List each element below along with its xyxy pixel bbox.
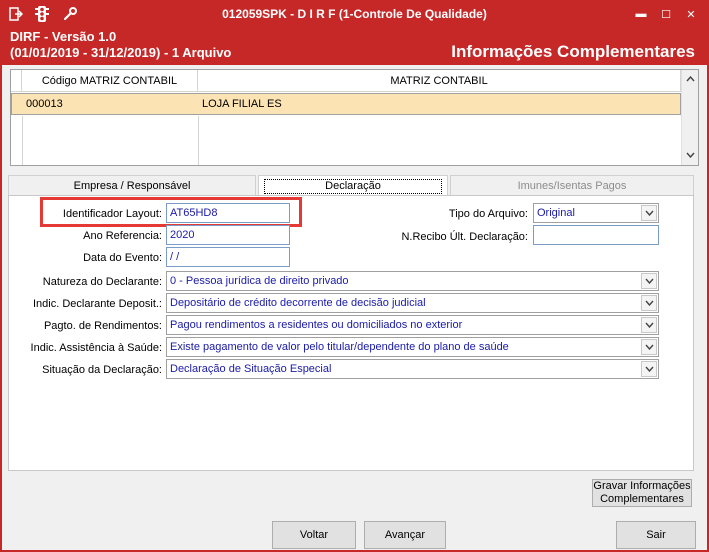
- indic-deposit-select[interactable]: Depositário de crédito decorrente de dec…: [166, 293, 659, 313]
- grid-scrollbar[interactable]: [681, 70, 698, 165]
- grid-cell-codigo: 000013: [26, 98, 63, 110]
- pagto-label: Pagto. de Rendimentos:: [43, 320, 162, 332]
- table-row[interactable]: 000013 LOJA FILIAL ES: [11, 93, 681, 115]
- pagto-value: Pagou rendimentos a residentes ou domici…: [170, 319, 463, 331]
- tab-imunes: Imunes/Isentas Pagos: [450, 175, 694, 196]
- chevron-down-icon[interactable]: [641, 361, 657, 377]
- sair-button[interactable]: Sair: [616, 521, 696, 549]
- close-button[interactable]: ✕: [679, 5, 703, 23]
- exit-icon[interactable]: [6, 5, 26, 23]
- title-bar: 012059SPK - D I R F (1-Controle De Quali…: [2, 2, 707, 27]
- header-banner: DIRF - Versão 1.0 (01/01/2019 - 31/12/20…: [2, 27, 707, 65]
- tab-declaracao[interactable]: Declaração: [258, 175, 448, 196]
- tipo-arquivo-value: Original: [537, 207, 575, 219]
- data-evento-field[interactable]: / /: [166, 247, 290, 267]
- window-title: 012059SPK - D I R F (1-Controle De Quali…: [222, 7, 487, 21]
- minimize-button[interactable]: ▬: [629, 5, 653, 23]
- gravar-button-line2: Complementares: [600, 493, 684, 505]
- grid-header-codigo[interactable]: Código MATRIZ CONTABIL: [22, 70, 198, 92]
- ano-field[interactable]: 2020: [166, 225, 290, 245]
- grid-header-matriz[interactable]: MATRIZ CONTABIL: [198, 70, 681, 92]
- situacao-value: Declaração de Situação Especial: [170, 363, 332, 375]
- chevron-down-icon[interactable]: [641, 205, 657, 221]
- natureza-label: Natureza do Declarante:: [42, 276, 162, 288]
- grid-divider: [22, 116, 23, 165]
- maximize-button[interactable]: ☐: [654, 5, 678, 23]
- tab-label: Declaração: [264, 179, 442, 194]
- indic-deposit-value: Depositário de crédito decorrente de dec…: [170, 297, 426, 309]
- chevron-down-icon[interactable]: [641, 339, 657, 355]
- pagto-select[interactable]: Pagou rendimentos a residentes ou domici…: [166, 315, 659, 335]
- highlight-box: [40, 197, 302, 227]
- assistencia-value: Existe pagamento de valor pelo titular/d…: [170, 341, 509, 353]
- header-section-title: Informações Complementares: [451, 42, 695, 61]
- traffic-light-icon[interactable]: [32, 5, 52, 23]
- tab-label: Empresa / Responsável: [73, 180, 191, 192]
- tab-empresa[interactable]: Empresa / Responsável: [8, 175, 256, 196]
- situacao-label: Situação da Declaração:: [42, 364, 162, 376]
- dirf-window: 012059SPK - D I R F (1-Controle De Quali…: [0, 0, 709, 552]
- assistencia-select[interactable]: Existe pagamento de valor pelo titular/d…: [166, 337, 659, 357]
- natureza-value: 0 - Pessoa jurídica de direito privado: [170, 275, 349, 287]
- chevron-down-icon[interactable]: [641, 295, 657, 311]
- tipo-arquivo-select[interactable]: Original: [533, 203, 659, 223]
- avancar-button[interactable]: Avançar: [364, 521, 446, 549]
- data-evento-label: Data do Evento:: [83, 252, 162, 264]
- indic-deposit-label: Indic. Declarante Deposit.:: [32, 298, 162, 310]
- chevron-down-icon[interactable]: [641, 273, 657, 289]
- matriz-grid[interactable]: Código MATRIZ CONTABIL MATRIZ CONTABIL 0…: [10, 69, 699, 166]
- situacao-select[interactable]: Declaração de Situação Especial: [166, 359, 659, 379]
- tab-strip: Empresa / Responsável Declaração Imunes/…: [8, 175, 694, 196]
- grid-divider: [198, 116, 199, 165]
- recibo-label: N.Recibo Últ. Declaração:: [401, 231, 528, 243]
- grid-cell-matriz: LOJA FILIAL ES: [202, 98, 282, 110]
- grid-indicator-header: [11, 70, 22, 92]
- chevron-down-icon[interactable]: [641, 317, 657, 333]
- ano-label: Ano Referencia:: [83, 230, 162, 242]
- natureza-select[interactable]: 0 - Pessoa jurídica de direito privado: [166, 271, 659, 291]
- recibo-field[interactable]: [533, 225, 659, 245]
- gravar-button-line1: Gravar Informações: [593, 480, 691, 492]
- scroll-up-icon[interactable]: [682, 71, 698, 87]
- assistencia-label: Indic. Assistência à Saúde:: [30, 342, 162, 354]
- wrench-icon[interactable]: [60, 5, 80, 23]
- header-period: (01/01/2019 - 31/12/2019) - 1 Arquivo: [10, 45, 232, 60]
- voltar-button[interactable]: Voltar: [272, 521, 356, 549]
- tipo-arquivo-label: Tipo do Arquivo:: [448, 208, 528, 220]
- tab-label: Imunes/Isentas Pagos: [517, 180, 627, 192]
- header-version: DIRF - Versão 1.0: [10, 29, 117, 44]
- scroll-down-icon[interactable]: [682, 147, 698, 163]
- gravar-button[interactable]: Gravar Informações Complementares: [592, 479, 692, 507]
